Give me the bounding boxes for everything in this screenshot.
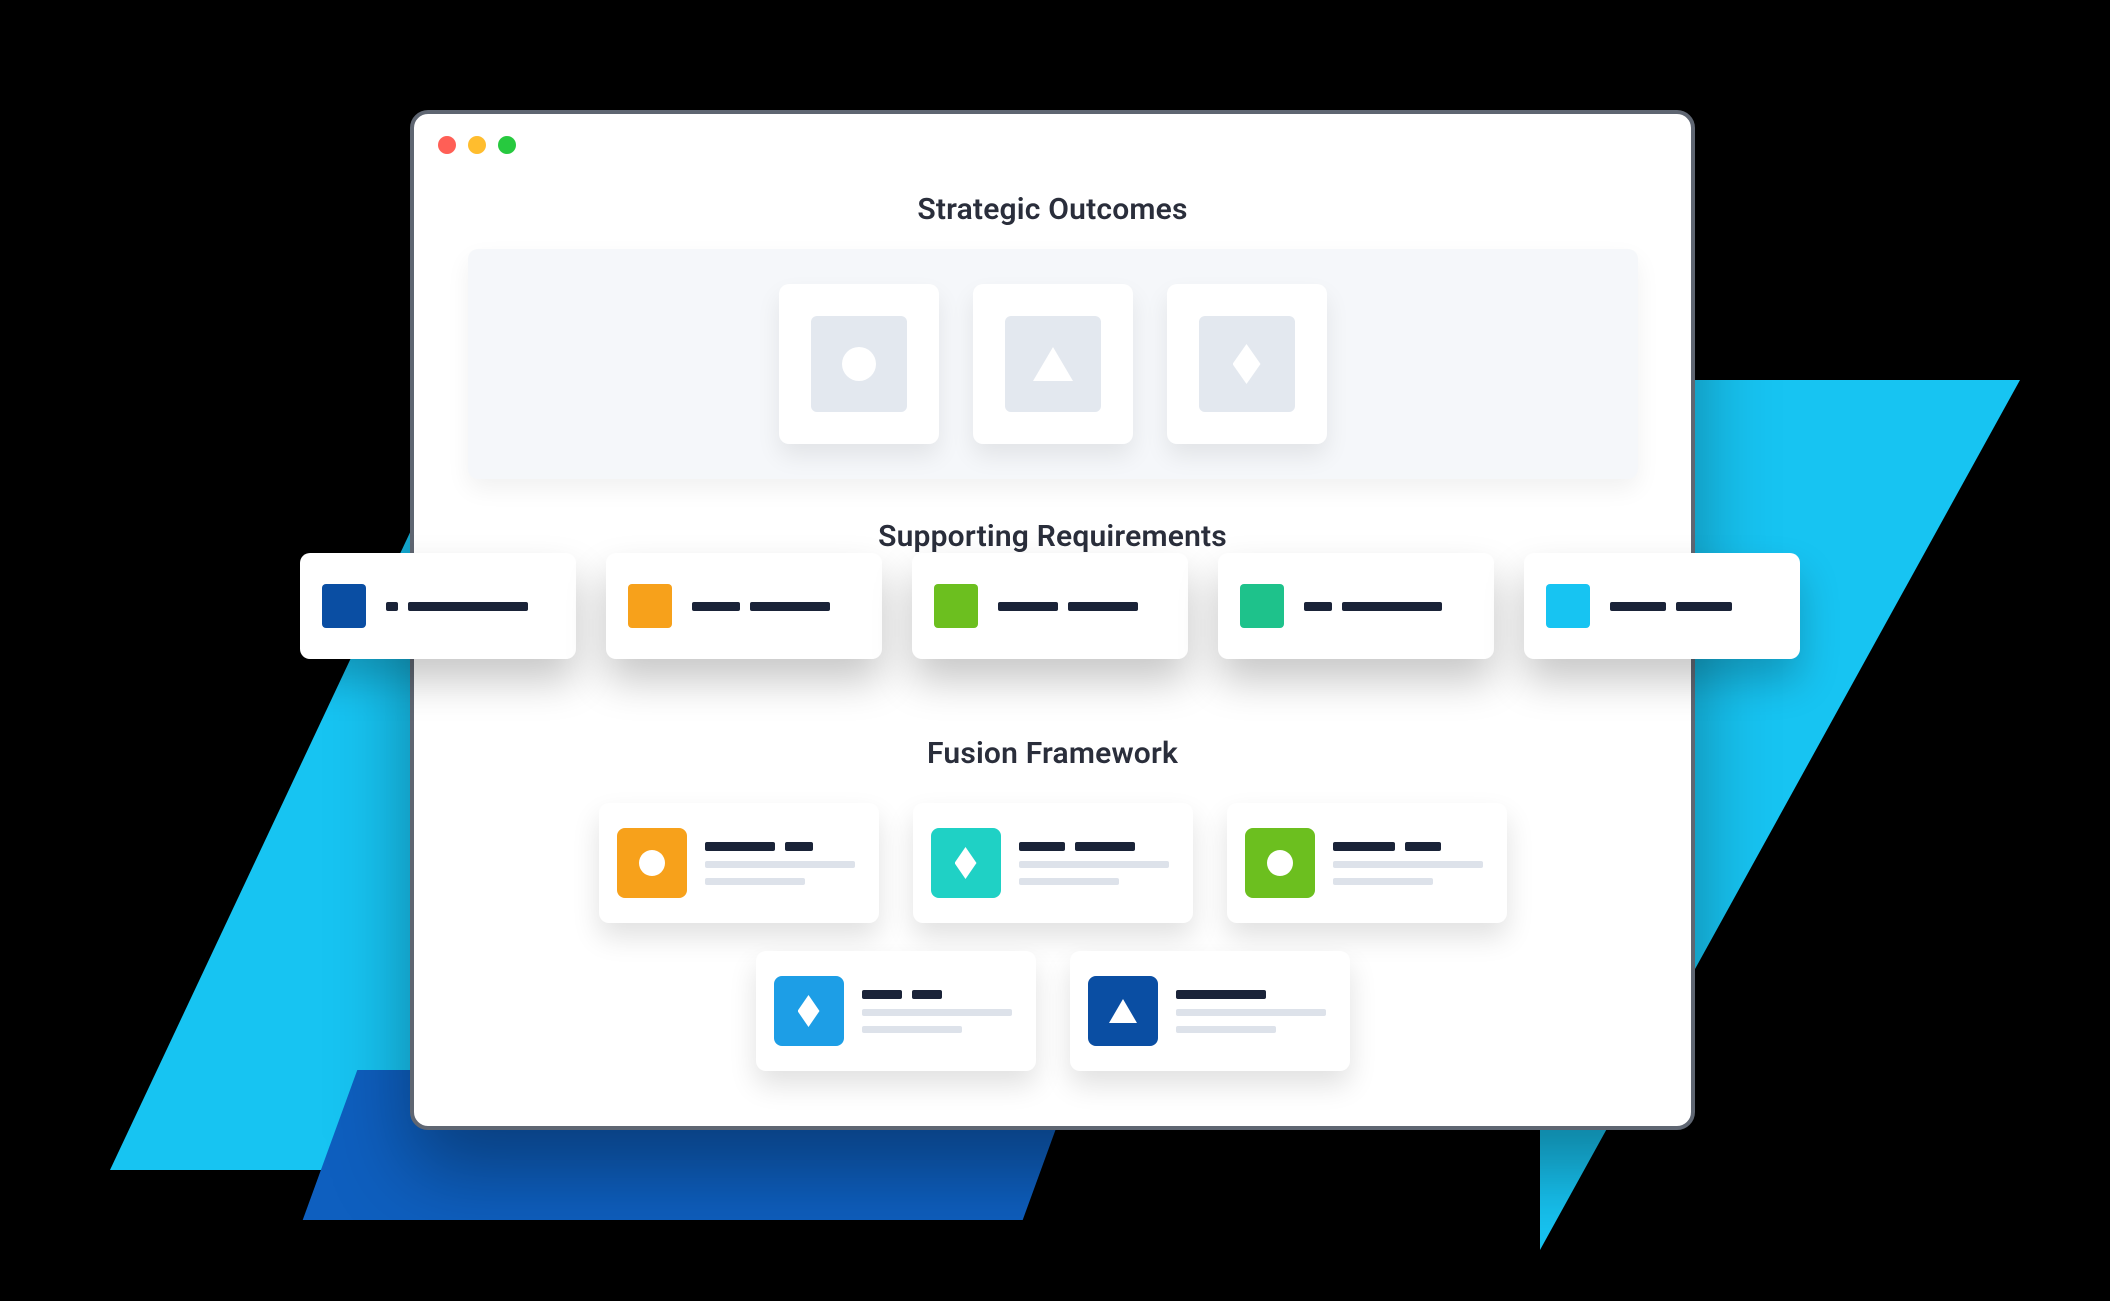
fusion-card[interactable]: [756, 951, 1036, 1071]
placeholder-text: [705, 842, 775, 851]
diamond-icon: [955, 847, 977, 879]
requirement-color-swatch: [628, 584, 672, 628]
placeholder-text: [1176, 1026, 1276, 1033]
placeholder-text: [998, 602, 1058, 611]
fusion-icon-tile: [1088, 976, 1158, 1046]
placeholder-text: [1676, 602, 1732, 611]
requirement-lines: [998, 602, 1166, 611]
placeholder-text: [1019, 842, 1065, 851]
placeholder-text: [1342, 602, 1442, 611]
fusion-card[interactable]: [913, 803, 1193, 923]
fusion-card-body: [1176, 990, 1332, 1033]
fusion-icon-tile: [1245, 828, 1315, 898]
fusion-row-2: [756, 951, 1350, 1071]
supporting-requirements-row: [300, 553, 1800, 659]
requirement-color-swatch: [1240, 584, 1284, 628]
placeholder-text: [1075, 842, 1135, 851]
requirement-color-swatch: [1546, 584, 1590, 628]
placeholder-text: [1176, 1009, 1326, 1016]
fusion-icon-tile: [931, 828, 1001, 898]
outcome-card[interactable]: [973, 284, 1133, 444]
placeholder-text: [408, 602, 528, 611]
requirement-card[interactable]: [912, 553, 1188, 659]
placeholder-text: [386, 602, 398, 611]
window-close-icon[interactable]: [438, 136, 456, 154]
fusion-card-body: [1019, 842, 1175, 885]
requirement-card[interactable]: [1524, 553, 1800, 659]
placeholder-text: [1610, 602, 1666, 611]
placeholder-text: [1019, 861, 1169, 868]
fusion-row-1: [599, 803, 1507, 923]
requirement-lines: [1610, 602, 1778, 611]
fusion-icon-tile: [774, 976, 844, 1046]
outcome-card[interactable]: [779, 284, 939, 444]
diamond-icon: [1233, 344, 1261, 384]
placeholder-text: [862, 1009, 1012, 1016]
placeholder-text: [705, 861, 855, 868]
requirement-color-swatch: [934, 584, 978, 628]
outcome-tile: [1005, 316, 1101, 412]
requirement-lines: [1304, 602, 1472, 611]
fusion-card-body: [1333, 842, 1489, 885]
placeholder-text: [785, 842, 813, 851]
window-minimize-icon[interactable]: [468, 136, 486, 154]
placeholder-text: [1405, 842, 1441, 851]
requirement-card[interactable]: [1218, 553, 1494, 659]
requirement-color-swatch: [322, 584, 366, 628]
placeholder-text: [1333, 861, 1483, 868]
section-title-strategic-outcomes: Strategic Outcomes: [917, 192, 1187, 227]
requirement-lines: [386, 602, 554, 611]
circle-icon: [1267, 850, 1293, 876]
placeholder-text: [705, 878, 805, 885]
placeholder-text: [1019, 878, 1119, 885]
placeholder-text: [750, 602, 830, 611]
requirement-lines: [692, 602, 860, 611]
circle-icon: [842, 347, 876, 381]
placeholder-text: [1176, 990, 1266, 999]
circle-icon: [639, 850, 665, 876]
fusion-card[interactable]: [1227, 803, 1507, 923]
placeholder-text: [1333, 842, 1395, 851]
window-maximize-icon[interactable]: [498, 136, 516, 154]
fusion-icon-tile: [617, 828, 687, 898]
triangle-icon: [1033, 347, 1073, 381]
section-title-supporting-requirements: Supporting Requirements: [878, 519, 1227, 554]
fusion-card-body: [862, 990, 1018, 1033]
triangle-icon: [1109, 999, 1137, 1023]
placeholder-text: [1333, 878, 1433, 885]
outcome-card[interactable]: [1167, 284, 1327, 444]
section-title-fusion-framework: Fusion Framework: [927, 736, 1178, 771]
window-controls: [438, 136, 516, 154]
placeholder-text: [1068, 602, 1138, 611]
placeholder-text: [692, 602, 740, 611]
outcome-tile: [811, 316, 907, 412]
fusion-card-body: [705, 842, 861, 885]
strategic-outcomes-panel: [468, 249, 1638, 479]
fusion-card[interactable]: [599, 803, 879, 923]
placeholder-text: [862, 990, 902, 999]
fusion-card[interactable]: [1070, 951, 1350, 1071]
placeholder-text: [912, 990, 942, 999]
requirement-card[interactable]: [300, 553, 576, 659]
placeholder-text: [1304, 602, 1332, 611]
requirement-card[interactable]: [606, 553, 882, 659]
outcome-tile: [1199, 316, 1295, 412]
diamond-icon: [798, 995, 820, 1027]
placeholder-text: [862, 1026, 962, 1033]
